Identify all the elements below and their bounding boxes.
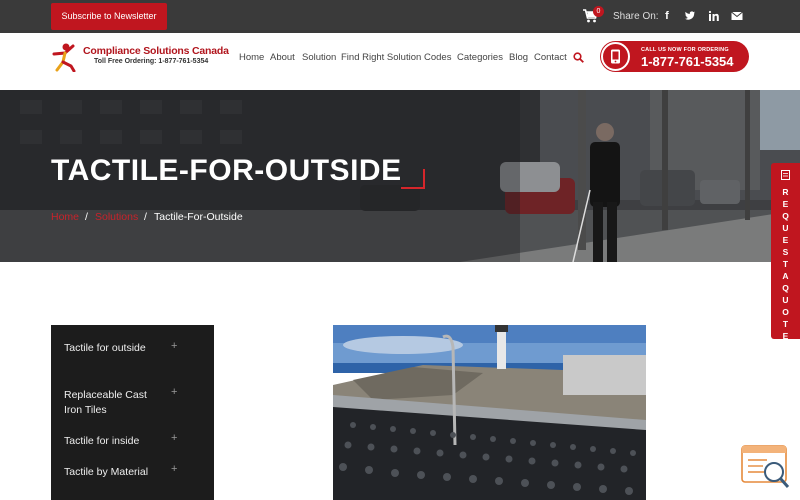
quote-letter: Q: [782, 283, 789, 293]
quote-letter: A: [782, 271, 789, 281]
document-icon: [781, 170, 790, 180]
code-search-widget-icon[interactable]: [741, 445, 791, 490]
product-photo: [333, 325, 646, 500]
quote-letter: U: [782, 295, 789, 305]
quote-letter: E: [782, 331, 789, 341]
facebook-icon[interactable]: f: [661, 10, 673, 22]
quote-letter: S: [782, 247, 789, 257]
toll-free-text: Toll Free Ordering: 1-877-761-5354: [94, 58, 209, 65]
breadcrumb-solutions[interactable]: Solutions: [95, 211, 138, 223]
expand-plus-icon[interactable]: +: [171, 386, 177, 398]
expand-plus-icon[interactable]: +: [171, 432, 177, 444]
expand-plus-icon[interactable]: +: [171, 463, 177, 475]
breadcrumb-home[interactable]: Home: [51, 211, 79, 223]
nav-solution[interactable]: Solution: [302, 52, 336, 63]
page-title: TACTILE-FOR-OUTSIDE: [51, 154, 402, 187]
title-accent: [401, 169, 425, 189]
nav-codes[interactable]: Codes: [424, 52, 451, 63]
quote-letter: U: [782, 223, 789, 233]
search-icon[interactable]: [573, 52, 584, 63]
linkedin-icon[interactable]: [708, 10, 720, 22]
sidebar-item-tactile-outside[interactable]: Tactile for outside: [64, 341, 164, 356]
nav-categories[interactable]: Categories: [457, 52, 503, 63]
cart-count-badge: 0: [593, 6, 604, 17]
quote-letter: O: [782, 307, 789, 317]
quote-letter: T: [782, 259, 789, 269]
nav-find-right-solution[interactable]: Find Right Solution: [341, 52, 421, 63]
breadcrumb-separator: /: [85, 211, 88, 223]
quote-letter: Q: [782, 211, 789, 221]
email-icon[interactable]: [731, 10, 743, 22]
mobile-phone-icon: [611, 49, 620, 64]
nav-blog[interactable]: Blog: [509, 52, 528, 63]
breadcrumb-current: Tactile-For-Outside: [154, 211, 243, 223]
nav-home[interactable]: Home: [239, 52, 264, 63]
sidebar-item-tactile-material[interactable]: Tactile by Material: [64, 465, 164, 480]
call-now-label: CALL US NOW FOR ORDERING: [641, 47, 729, 53]
share-label: Share On:: [613, 11, 659, 22]
quote-letter: E: [782, 235, 789, 245]
subscribe-newsletter-button[interactable]: Subscribe to Newsletter: [51, 3, 167, 30]
twitter-icon[interactable]: [684, 10, 696, 22]
quote-letter: R: [782, 187, 789, 197]
breadcrumb-separator: /: [144, 211, 147, 223]
nav-about[interactable]: About: [270, 52, 295, 63]
sidebar-item-cast-iron-tiles[interactable]: Replaceable Cast Iron Tiles: [64, 388, 164, 418]
quote-letter: T: [782, 319, 789, 329]
expand-plus-icon[interactable]: +: [171, 340, 177, 352]
call-phone-number[interactable]: 1-877-761-5354: [641, 54, 734, 69]
nav-contact[interactable]: Contact: [534, 52, 567, 63]
sidebar-item-tactile-inside[interactable]: Tactile for inside: [64, 434, 164, 449]
logo-name[interactable]: Compliance Solutions Canada: [83, 45, 229, 57]
quote-letter: E: [782, 199, 789, 209]
logo-mark-icon[interactable]: [51, 42, 81, 72]
